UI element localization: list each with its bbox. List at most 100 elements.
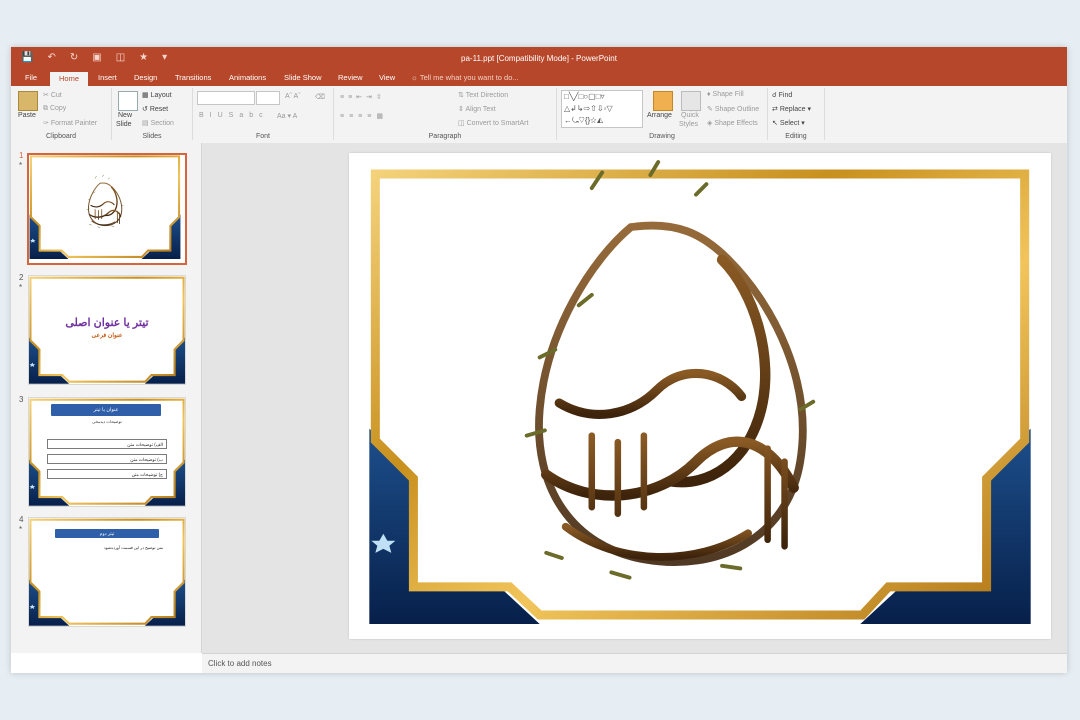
editing-group: ☌ Find ⇄ Replace ▾ ↖ Select ▾ Editing [768,88,825,140]
slide-editing-area [202,143,1067,653]
align-icons[interactable]: ≡≡≡≡▦ [340,112,388,120]
shape-effects-button[interactable]: ◈ Shape Effects [707,119,758,127]
text-direction-icon: ⇅ [458,92,466,99]
quick-styles-icon[interactable] [681,91,701,111]
slide-number: 3 [19,395,24,404]
font-grow-icon[interactable]: Aˆ Aˇ [285,93,301,100]
new-slide-icon[interactable] [118,91,138,111]
reset-button[interactable]: ↺ Reset [142,105,168,113]
font-color-icon[interactable]: Aa ▾ A [277,112,297,120]
clipboard-label: Clipboard [46,133,76,140]
smartart-icon: ◫ [458,120,467,127]
editing-label: Editing [785,133,807,140]
animation-star: * [19,283,23,292]
slide-4-body: متن توضیح در این قسمت آورده‌شود [103,545,163,550]
brush-icon: ✑ [43,120,51,127]
ribbon-tabs: File Home Insert Design Transitions Anim… [11,70,1067,86]
convert-smartart-button[interactable]: ◫ Convert to SmartArt [458,119,528,127]
arrange-button[interactable]: Arrange [647,112,672,119]
align-text-button[interactable]: ⇕ Align Text [458,105,496,113]
current-slide[interactable] [349,153,1051,639]
arrange-icon[interactable] [653,91,673,111]
format-painter-button[interactable]: ✑ Format Painter [43,119,97,127]
reset-icon: ↺ [142,106,150,113]
layout-button[interactable]: ▦ Layout [142,91,172,99]
slides-group: New Slide ▦ Layout ↺ Reset ▤ Section Sli… [112,88,193,140]
powerpoint-window: 💾 ↶ ↻ ▣ ◫ ★ ▾ pa-11.ppt [Compatibility M… [11,47,1067,673]
notes-pane[interactable]: Click to add notes [202,653,1067,673]
new-slide-button[interactable]: New [118,112,132,119]
shape-fill-button[interactable]: ♦ Shape Fill [707,91,744,98]
replace-button[interactable]: ⇄ Replace ▾ [772,105,811,113]
tab-slide-show[interactable]: Slide Show [284,73,322,82]
tab-file[interactable]: File [25,73,37,82]
slide-number: 4 [19,515,24,524]
font-name-input[interactable] [197,91,255,105]
tab-insert[interactable]: Insert [98,73,117,82]
tell-me-text: Tell me what you want to do... [419,73,519,82]
shape-outline-button[interactable]: ✎ Shape Outline [707,105,759,113]
tab-home[interactable]: Home [50,72,89,86]
paragraph-label: Paragraph [428,133,462,140]
clear-format-icon[interactable]: ⌫ [315,93,325,101]
tab-view[interactable]: View [379,73,395,82]
cursor-icon: ↖ [772,120,780,127]
layout-grid-icon: ▦ [142,92,151,99]
copy-icon: ⧉ [43,105,50,112]
drawing-label: Drawing [649,133,675,140]
window-title: pa-11.ppt [Compatibility Mode] - PowerPo… [461,54,617,63]
slides-label: Slides [142,133,162,140]
select-button[interactable]: ↖ Select ▾ [772,119,805,127]
find-button[interactable]: ☌ Find [772,91,792,99]
quick-styles-button-2[interactable]: Styles [679,121,698,128]
slide-3-item: ب) توضیحات متن [47,454,167,464]
font-group: Aˆ Aˇ ⌫ BIUSabc Aa ▾ A Font [193,88,334,140]
slide-2-title: تیتر یا عنوان اصلی [65,317,149,329]
clipboard-group: Paste ✂ Cut ⧉ Copy ✑ Format Painter Clip… [11,88,112,140]
shapes-gallery[interactable]: □╲╱□○▢□▿ △↲↳⇨⇧⇩◦▽ ←⤿♡{}☆◭ [561,90,643,128]
paste-icon[interactable] [18,91,38,111]
animation-star: * [19,525,23,534]
font-label: Font [255,133,270,140]
font-style-icons[interactable]: BIUSabc [199,112,269,119]
copy-button[interactable]: ⧉ Copy [43,105,66,113]
slide-3-item: الف) توضیحات متن [47,439,167,449]
tab-review[interactable]: Review [338,73,363,82]
slide-thumbnails-pane: 1 * 2 * تیتر یا عنوان اصلی عنوان فرعی 3 … [11,143,202,653]
paragraph-group: ≡≡⇤⇥⇳ ≡≡≡≡▦ ⇅ Text Direction ⇕ Align Tex… [334,88,557,140]
tab-transitions[interactable]: Transitions [175,73,211,82]
slide-number: 1 [19,151,24,160]
tab-design[interactable]: Design [134,73,157,82]
section-button[interactable]: ▤ Section [142,119,174,127]
section-icon: ▤ [142,120,151,127]
slide-3-item: ج) توضیحات متن [47,469,167,479]
slide-1-canvas [349,153,1051,639]
list-icons[interactable]: ≡≡⇤⇥⇳ [340,93,386,101]
slide-2-subtitle: عنوان فرعی [91,333,123,339]
animation-star: * [19,161,23,170]
ribbon: Paste ✂ Cut ⧉ Copy ✑ Format Painter Clip… [11,86,1067,144]
scissors-icon: ✂ [43,92,51,99]
thumbnail-slide-4[interactable]: تیتر دوم متن توضیح در این قسمت آورده‌شود [28,517,186,627]
slide-3-caption: توضیحات دیدمخی [92,419,122,424]
quick-styles-button[interactable]: Quick [681,112,699,119]
pen-icon: ✎ [707,106,715,113]
thumbnail-2-graphic [29,276,185,384]
paste-button[interactable]: Paste [18,112,36,119]
tab-animations[interactable]: Animations [229,73,266,82]
thumbnail-slide-2[interactable]: تیتر یا عنوان اصلی عنوان فرعی [28,275,186,385]
new-slide-button-2[interactable]: Slide [116,121,132,128]
notes-placeholder: Click to add notes [208,659,272,668]
thumbnail-1-graphic [29,155,182,261]
replace-icon: ⇄ [772,106,780,113]
magnifier-icon: ☌ [772,92,779,99]
title-bar: 💾 ↶ ↻ ▣ ◫ ★ ▾ pa-11.ppt [Compatibility M… [11,47,1067,70]
tell-me-box[interactable]: ☼ Tell me what you want to do... [411,73,519,82]
lightbulb-icon: ☼ [411,73,420,82]
text-direction-button[interactable]: ⇅ Text Direction [458,91,508,99]
font-size-input[interactable] [256,91,280,105]
drawing-group: □╲╱□○▢□▿ △↲↳⇨⇧⇩◦▽ ←⤿♡{}☆◭ Arrange Quick St… [557,88,768,140]
cut-button[interactable]: ✂ Cut [43,91,62,99]
thumbnail-slide-3[interactable]: عنوان یا تیتر توضیحات دیدمخی الف) توضیحا… [28,397,186,507]
thumbnail-slide-1[interactable] [27,153,187,265]
